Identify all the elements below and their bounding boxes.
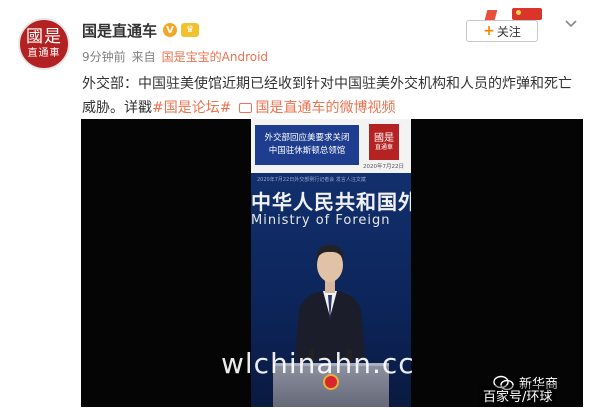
- video-headline-line2: 中国驻休斯顿总领馆: [268, 146, 346, 156]
- post-source-label: 来自: [131, 50, 156, 64]
- video-headline: 外交部回应美要求关闭 中国驻休斯顿总领馆: [255, 125, 359, 165]
- video-link[interactable]: 国是直通车的微博视频: [255, 100, 395, 116]
- author-row: 国是直通车 V ♛: [82, 18, 200, 42]
- ministry-sign-chinese: 中华人民共和国外: [251, 190, 411, 214]
- hashtag-link[interactable]: #国是论坛#: [152, 100, 231, 116]
- channel-logo: 國是 直通車: [369, 124, 399, 160]
- chevron-down-icon[interactable]: [563, 16, 579, 32]
- post-meta: 9分钟前 来自 国是宝宝的Android: [82, 48, 268, 65]
- v-badge-icon: V: [163, 23, 178, 37]
- spokesperson-figure: [295, 245, 365, 361]
- follow-label: 关注: [496, 24, 521, 39]
- author-name[interactable]: 国是直通车: [82, 20, 157, 41]
- follow-button[interactable]: + 关注: [466, 20, 538, 42]
- scene-caption: 2020年7月22日外交部例行记者会 发言人汪文斌: [257, 177, 366, 183]
- avatar-logo-subtext: 直通車: [27, 48, 61, 59]
- video-headline-line1: 外交部回应美要求关闭: [264, 133, 350, 143]
- video-header: 外交部回应美要求关闭 中国驻休斯顿总领馆 國是 直通車 2020年7月22日: [251, 119, 411, 173]
- author-avatar[interactable]: 國是 直通車: [18, 18, 70, 70]
- decoration-banner-icon: [512, 8, 542, 20]
- video-link-icon: [239, 103, 253, 113]
- plus-icon: +: [483, 23, 495, 39]
- video-watermark: wlchinahn.cc: [221, 347, 415, 380]
- post-time[interactable]: 9分钟前: [82, 48, 126, 65]
- corner-watermark: 百家号/环球: [479, 385, 557, 406]
- video-date: 2020年7月22日: [363, 164, 404, 170]
- crown-badge-icon: ♛: [181, 23, 200, 37]
- post-device[interactable]: 国是宝宝的Android: [162, 48, 268, 65]
- decoration-flag-icon: [484, 10, 498, 20]
- avatar-logo-text: 國是: [26, 27, 62, 47]
- video-player[interactable]: 外交部回应美要求关闭 中国驻休斯顿总领馆 國是 直通車 2020年7月22日 2…: [81, 119, 583, 407]
- channel-logo-text: 國是: [374, 132, 394, 144]
- channel-logo-subtext: 直通車: [374, 143, 393, 151]
- post-text: 外交部：中国驻美使馆近期已经收到针对中国驻美外交机构和人员的炸弹和死亡威胁。详戳…: [82, 72, 582, 120]
